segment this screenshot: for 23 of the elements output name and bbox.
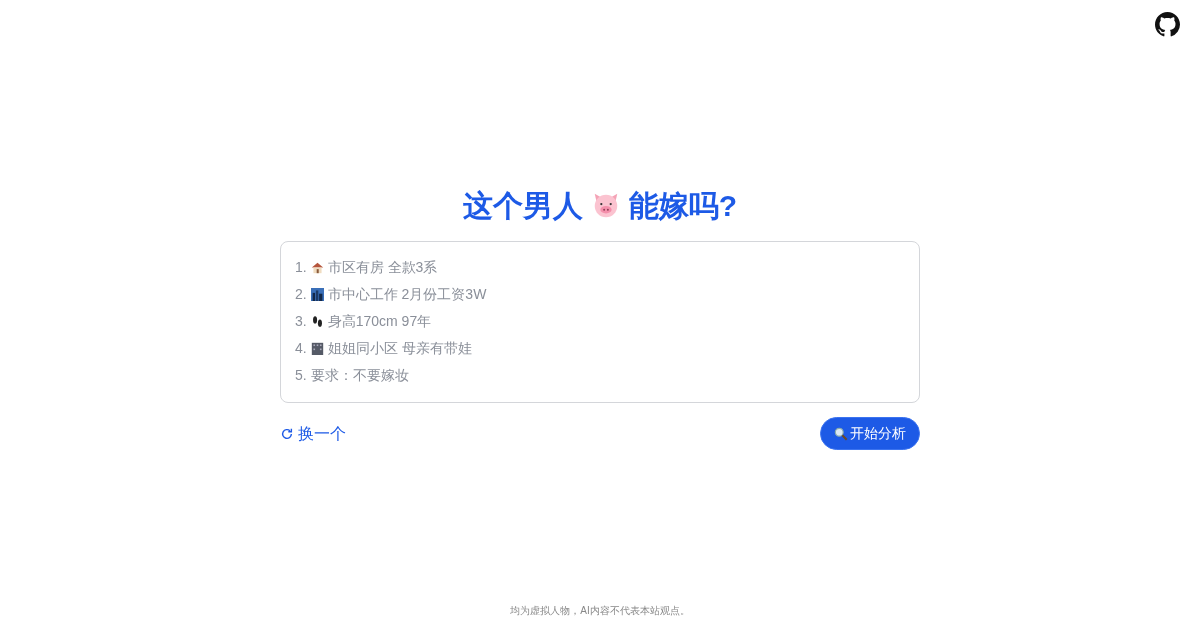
list-number: 5.: [295, 365, 307, 385]
placeholder-line: 姐姐同小区 母亲有带娃: [327, 338, 472, 358]
page-title: 这个男人: [462, 187, 583, 224]
house-icon: [310, 260, 324, 274]
placeholder-line: 市区有房 全款3系: [327, 257, 438, 277]
list-number: 2.: [295, 284, 307, 304]
list-number: 3.: [295, 311, 307, 331]
city-skyline-icon: [310, 287, 324, 301]
placeholder-line: 身高170cm 97年: [327, 311, 432, 331]
text-area-field[interactable]: 1. 市区有房 全款3系 2. 市中心工作 2月份工资3W 3. 身高170cm 97年 4. 姐姐同小区 母亲有带娃 5. 要求：不要嫁妆: [280, 241, 920, 403]
list-number: 4.: [295, 338, 307, 358]
github-icon[interactable]: [1155, 12, 1180, 37]
refresh-link[interactable]: 换一个: [280, 421, 346, 446]
analyze-button[interactable]: 开始分析: [820, 417, 920, 450]
refresh-icon: [280, 426, 294, 441]
placeholder-line: 要求：不要嫁妆: [310, 365, 409, 385]
placeholder-line: 市中心工作 2月份工资3W: [327, 284, 487, 304]
building-icon: [310, 341, 324, 355]
footer-disclaimer: 均为虚拟人物，AI内容不代表本站观点。: [509, 604, 691, 618]
list-number: 1.: [295, 257, 307, 277]
page-title: 能嫁吗?: [628, 187, 738, 224]
search-icon: [834, 426, 848, 441]
footprints-icon: [310, 314, 324, 328]
